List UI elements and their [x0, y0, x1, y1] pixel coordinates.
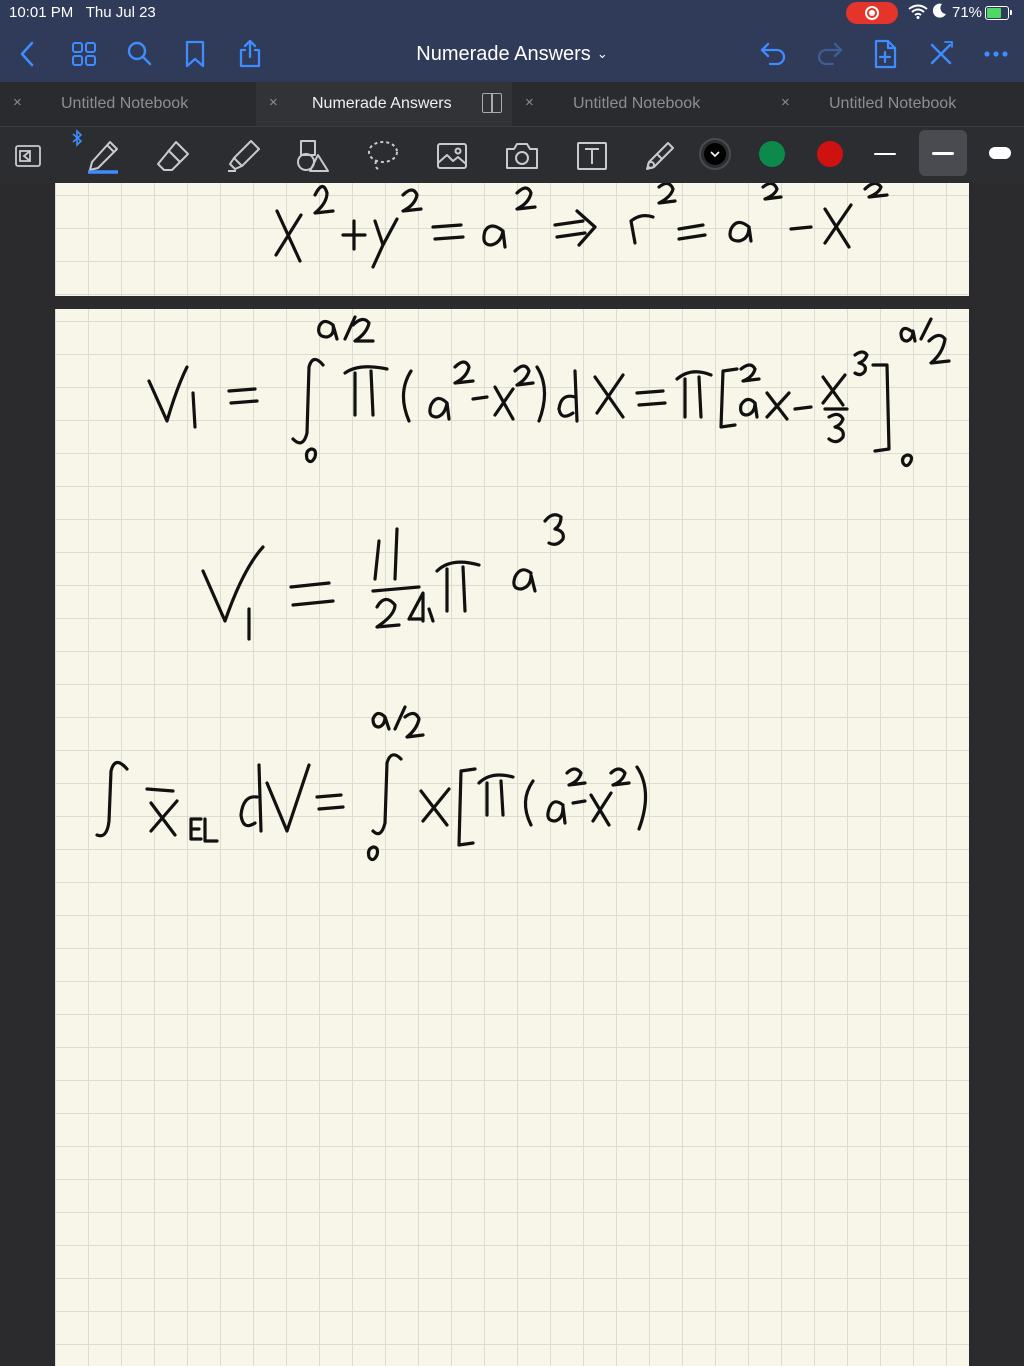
- battery-icon: [985, 6, 1012, 20]
- tab-untitled-notebook-1[interactable]: × Untitled Notebook: [0, 82, 256, 126]
- tab-bar: × Untitled Notebook × Numerade Answers ×…: [0, 82, 1024, 127]
- bluetooth-icon: [72, 129, 83, 147]
- handwriting-ink: [274, 183, 889, 269]
- color-swatch-red[interactable]: [817, 141, 843, 167]
- battery-percent: 71%: [952, 4, 983, 21]
- tab-numerade-answers[interactable]: × Numerade Answers: [256, 82, 512, 126]
- handwriting-ink: [95, 315, 951, 862]
- chevron-down-icon: [710, 151, 720, 158]
- shapes-icon[interactable]: [294, 137, 332, 175]
- camera-icon[interactable]: [503, 137, 541, 175]
- redo-icon[interactable]: [813, 38, 845, 70]
- navigation-bar: Numerade Answers ⌄: [0, 26, 1024, 82]
- wifi-icon: [908, 4, 928, 22]
- pen-icon[interactable]: [84, 137, 122, 175]
- tab-label: Numerade Answers: [312, 95, 452, 112]
- status-bar: 10:01 PM Thu Jul 23 71%: [0, 0, 1024, 26]
- stroke-width-thick[interactable]: [989, 147, 1011, 159]
- tab-untitled-notebook-2[interactable]: × Untitled Notebook: [512, 82, 768, 126]
- more-icon[interactable]: [980, 38, 1012, 70]
- color-swatch-black[interactable]: [699, 138, 731, 170]
- lasso-icon[interactable]: [364, 137, 402, 175]
- close-tab-icon[interactable]: ×: [13, 94, 22, 111]
- close-tab-icon[interactable]: ×: [525, 94, 534, 111]
- undo-icon[interactable]: [758, 38, 790, 70]
- eraser-icon[interactable]: [154, 137, 192, 175]
- image-icon[interactable]: [433, 137, 471, 175]
- stroke-width-medium[interactable]: [919, 130, 967, 176]
- notebook-page-previous[interactable]: [55, 183, 969, 296]
- notebook-page-current[interactable]: [55, 309, 969, 1366]
- color-swatch-green[interactable]: [759, 141, 785, 167]
- tab-untitled-notebook-3[interactable]: × Untitled Notebook: [768, 82, 1024, 126]
- close-icon[interactable]: [925, 38, 957, 70]
- split-view-icon[interactable]: [482, 93, 502, 113]
- zoom-box-icon[interactable]: [10, 138, 46, 174]
- screen-recording-indicator[interactable]: [846, 2, 898, 24]
- text-tool-icon[interactable]: [573, 137, 611, 175]
- laser-pointer-icon[interactable]: [640, 137, 678, 175]
- notebook-canvas[interactable]: [0, 183, 1024, 1366]
- stroke-width-thin[interactable]: [874, 153, 896, 155]
- close-tab-icon[interactable]: ×: [269, 94, 278, 111]
- status-time: 10:01 PM Thu Jul 23: [9, 4, 156, 21]
- tab-label: Untitled Notebook: [829, 95, 957, 112]
- tab-label: Untitled Notebook: [573, 95, 701, 112]
- highlighter-icon[interactable]: [224, 137, 262, 175]
- close-tab-icon[interactable]: ×: [781, 94, 790, 111]
- add-page-icon[interactable]: [869, 38, 901, 70]
- do-not-disturb-icon: [932, 3, 947, 22]
- tab-label: Untitled Notebook: [61, 95, 189, 112]
- drawing-toolbar: [0, 127, 1024, 183]
